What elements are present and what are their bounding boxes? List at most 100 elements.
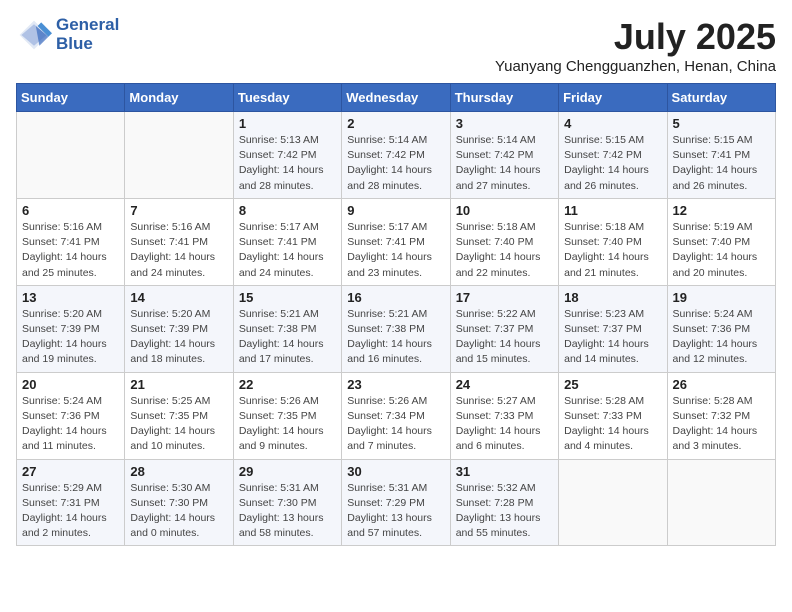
day-info: Sunrise: 5:18 AMSunset: 7:40 PMDaylight:… — [564, 220, 661, 281]
day-info: Sunrise: 5:31 AMSunset: 7:29 PMDaylight:… — [347, 481, 444, 542]
calendar-cell: 27 Sunrise: 5:29 AMSunset: 7:31 PMDayligh… — [17, 459, 125, 546]
weekday-header-thursday: Thursday — [450, 84, 558, 112]
day-info: Sunrise: 5:15 AMSunset: 7:41 PMDaylight:… — [673, 133, 770, 194]
day-info: Sunrise: 5:26 AMSunset: 7:35 PMDaylight:… — [239, 394, 336, 455]
day-number: 12 — [673, 203, 770, 218]
calendar-cell: 15 Sunrise: 5:21 AMSunset: 7:38 PMDayligh… — [233, 285, 341, 372]
logo: General Blue — [16, 16, 119, 53]
calendar-cell: 16 Sunrise: 5:21 AMSunset: 7:38 PMDayligh… — [342, 285, 450, 372]
calendar-week-3: 13 Sunrise: 5:20 AMSunset: 7:39 PMDayligh… — [17, 285, 776, 372]
day-info: Sunrise: 5:17 AMSunset: 7:41 PMDaylight:… — [347, 220, 444, 281]
calendar-cell: 2Sunrise: 5:14 AMSunset: 7:42 PMDaylight… — [342, 112, 450, 199]
day-number: 22 — [239, 377, 336, 392]
calendar-cell: 1 Sunrise: 5:13 AMSunset: 7:42 PMDaylight… — [233, 112, 341, 199]
day-info: Sunrise: 5:20 AMSunset: 7:39 PMDaylight:… — [22, 307, 119, 368]
calendar-cell: 8Sunrise: 5:17 AMSunset: 7:41 PMDaylight… — [233, 198, 341, 285]
calendar-cell: 12 Sunrise: 5:19 AMSunset: 7:40 PMDayligh… — [667, 198, 775, 285]
weekday-header-tuesday: Tuesday — [233, 84, 341, 112]
day-info: Sunrise: 5:15 AMSunset: 7:42 PMDaylight:… — [564, 133, 661, 194]
day-number: 27 — [22, 464, 119, 479]
day-number: 24 — [456, 377, 553, 392]
calendar-cell: 19Sunrise: 5:24 AMSunset: 7:36 PMDayligh… — [667, 285, 775, 372]
page-header: General Blue July 2025 Yuanyang Chenggua… — [16, 16, 776, 75]
calendar-cell: 25 Sunrise: 5:28 AMSunset: 7:33 PMDayligh… — [559, 372, 667, 459]
weekday-header-friday: Friday — [559, 84, 667, 112]
calendar-cell: 13 Sunrise: 5:20 AMSunset: 7:39 PMDayligh… — [17, 285, 125, 372]
calendar-cell: 17 Sunrise: 5:22 AMSunset: 7:37 PMDayligh… — [450, 285, 558, 372]
day-info: Sunrise: 5:23 AMSunset: 7:37 PMDaylight:… — [564, 307, 661, 368]
calendar-cell: 7 Sunrise: 5:16 AMSunset: 7:41 PMDaylight… — [125, 198, 233, 285]
day-number: 1 — [239, 116, 336, 131]
day-number: 30 — [347, 464, 444, 479]
day-number: 11 — [564, 203, 661, 218]
calendar-cell: 10 Sunrise: 5:18 AMSunset: 7:40 PMDayligh… — [450, 198, 558, 285]
day-number: 20 — [22, 377, 119, 392]
day-info: Sunrise: 5:24 AMSunset: 7:36 PMDaylight:… — [22, 394, 119, 455]
day-info: Sunrise: 5:16 AMSunset: 7:41 PMDaylight:… — [130, 220, 227, 281]
day-number: 25 — [564, 377, 661, 392]
calendar-table: SundayMondayTuesdayWednesdayThursdayFrid… — [16, 83, 776, 546]
calendar-cell: 4Sunrise: 5:15 AMSunset: 7:42 PMDaylight… — [559, 112, 667, 199]
calendar-cell: 28Sunrise: 5:30 AMSunset: 7:30 PMDayligh… — [125, 459, 233, 546]
weekday-header-wednesday: Wednesday — [342, 84, 450, 112]
day-number: 9 — [347, 203, 444, 218]
day-info: Sunrise: 5:24 AMSunset: 7:36 PMDaylight:… — [673, 307, 770, 368]
calendar-cell — [559, 459, 667, 546]
calendar-cell: 18 Sunrise: 5:23 AMSunset: 7:37 PMDayligh… — [559, 285, 667, 372]
calendar-cell: 11 Sunrise: 5:18 AMSunset: 7:40 PMDayligh… — [559, 198, 667, 285]
weekday-header-monday: Monday — [125, 84, 233, 112]
calendar-cell — [667, 459, 775, 546]
day-info: Sunrise: 5:25 AMSunset: 7:35 PMDaylight:… — [130, 394, 227, 455]
day-number: 15 — [239, 290, 336, 305]
day-info: Sunrise: 5:21 AMSunset: 7:38 PMDaylight:… — [239, 307, 336, 368]
weekday-header-sunday: Sunday — [17, 84, 125, 112]
day-number: 7 — [130, 203, 227, 218]
calendar-week-2: 6 Sunrise: 5:16 AMSunset: 7:41 PMDaylight… — [17, 198, 776, 285]
calendar-week-4: 20 Sunrise: 5:24 AMSunset: 7:36 PMDayligh… — [17, 372, 776, 459]
day-info: Sunrise: 5:31 AMSunset: 7:30 PMDaylight:… — [239, 481, 336, 542]
title-block: July 2025 Yuanyang Chengguanzhen, Henan,… — [495, 16, 776, 75]
day-info: Sunrise: 5:13 AMSunset: 7:42 PMDaylight:… — [239, 133, 336, 194]
day-info: Sunrise: 5:21 AMSunset: 7:38 PMDaylight:… — [347, 307, 444, 368]
calendar-cell: 23 Sunrise: 5:26 AMSunset: 7:34 PMDayligh… — [342, 372, 450, 459]
day-number: 10 — [456, 203, 553, 218]
calendar-cell: 24Sunrise: 5:27 AMSunset: 7:33 PMDayligh… — [450, 372, 558, 459]
day-number: 23 — [347, 377, 444, 392]
calendar-cell: 26 Sunrise: 5:28 AMSunset: 7:32 PMDayligh… — [667, 372, 775, 459]
day-info: Sunrise: 5:32 AMSunset: 7:28 PMDaylight:… — [456, 481, 553, 542]
day-info: Sunrise: 5:17 AMSunset: 7:41 PMDaylight:… — [239, 220, 336, 281]
day-number: 31 — [456, 464, 553, 479]
day-info: Sunrise: 5:22 AMSunset: 7:37 PMDaylight:… — [456, 307, 553, 368]
day-info: Sunrise: 5:28 AMSunset: 7:32 PMDaylight:… — [673, 394, 770, 455]
weekday-header-saturday: Saturday — [667, 84, 775, 112]
day-info: Sunrise: 5:18 AMSunset: 7:40 PMDaylight:… — [456, 220, 553, 281]
day-number: 16 — [347, 290, 444, 305]
calendar-cell: 30 Sunrise: 5:31 AMSunset: 7:29 PMDayligh… — [342, 459, 450, 546]
day-info: Sunrise: 5:19 AMSunset: 7:40 PMDaylight:… — [673, 220, 770, 281]
day-number: 13 — [22, 290, 119, 305]
day-number: 21 — [130, 377, 227, 392]
calendar-cell: 5Sunrise: 5:15 AMSunset: 7:41 PMDaylight… — [667, 112, 775, 199]
day-info: Sunrise: 5:16 AMSunset: 7:41 PMDaylight:… — [22, 220, 119, 281]
calendar-cell: 3Sunrise: 5:14 AMSunset: 7:42 PMDaylight… — [450, 112, 558, 199]
logo-text: General Blue — [56, 16, 119, 53]
calendar-week-5: 27 Sunrise: 5:29 AMSunset: 7:31 PMDayligh… — [17, 459, 776, 546]
day-number: 17 — [456, 290, 553, 305]
day-number: 26 — [673, 377, 770, 392]
calendar-cell: 21 Sunrise: 5:25 AMSunset: 7:35 PMDayligh… — [125, 372, 233, 459]
calendar-cell: 9 Sunrise: 5:17 AMSunset: 7:41 PMDaylight… — [342, 198, 450, 285]
calendar-week-1: 1 Sunrise: 5:13 AMSunset: 7:42 PMDaylight… — [17, 112, 776, 199]
day-number: 2 — [347, 116, 444, 131]
day-info: Sunrise: 5:28 AMSunset: 7:33 PMDaylight:… — [564, 394, 661, 455]
day-info: Sunrise: 5:26 AMSunset: 7:34 PMDaylight:… — [347, 394, 444, 455]
day-number: 6 — [22, 203, 119, 218]
calendar-header: SundayMondayTuesdayWednesdayThursdayFrid… — [17, 84, 776, 112]
day-number: 18 — [564, 290, 661, 305]
calendar-cell: 14Sunrise: 5:20 AMSunset: 7:39 PMDayligh… — [125, 285, 233, 372]
day-number: 28 — [130, 464, 227, 479]
calendar-cell: 22 Sunrise: 5:26 AMSunset: 7:35 PMDayligh… — [233, 372, 341, 459]
calendar-cell — [125, 112, 233, 199]
calendar-cell: 31 Sunrise: 5:32 AMSunset: 7:28 PMDayligh… — [450, 459, 558, 546]
day-info: Sunrise: 5:20 AMSunset: 7:39 PMDaylight:… — [130, 307, 227, 368]
day-info: Sunrise: 5:29 AMSunset: 7:31 PMDaylight:… — [22, 481, 119, 542]
